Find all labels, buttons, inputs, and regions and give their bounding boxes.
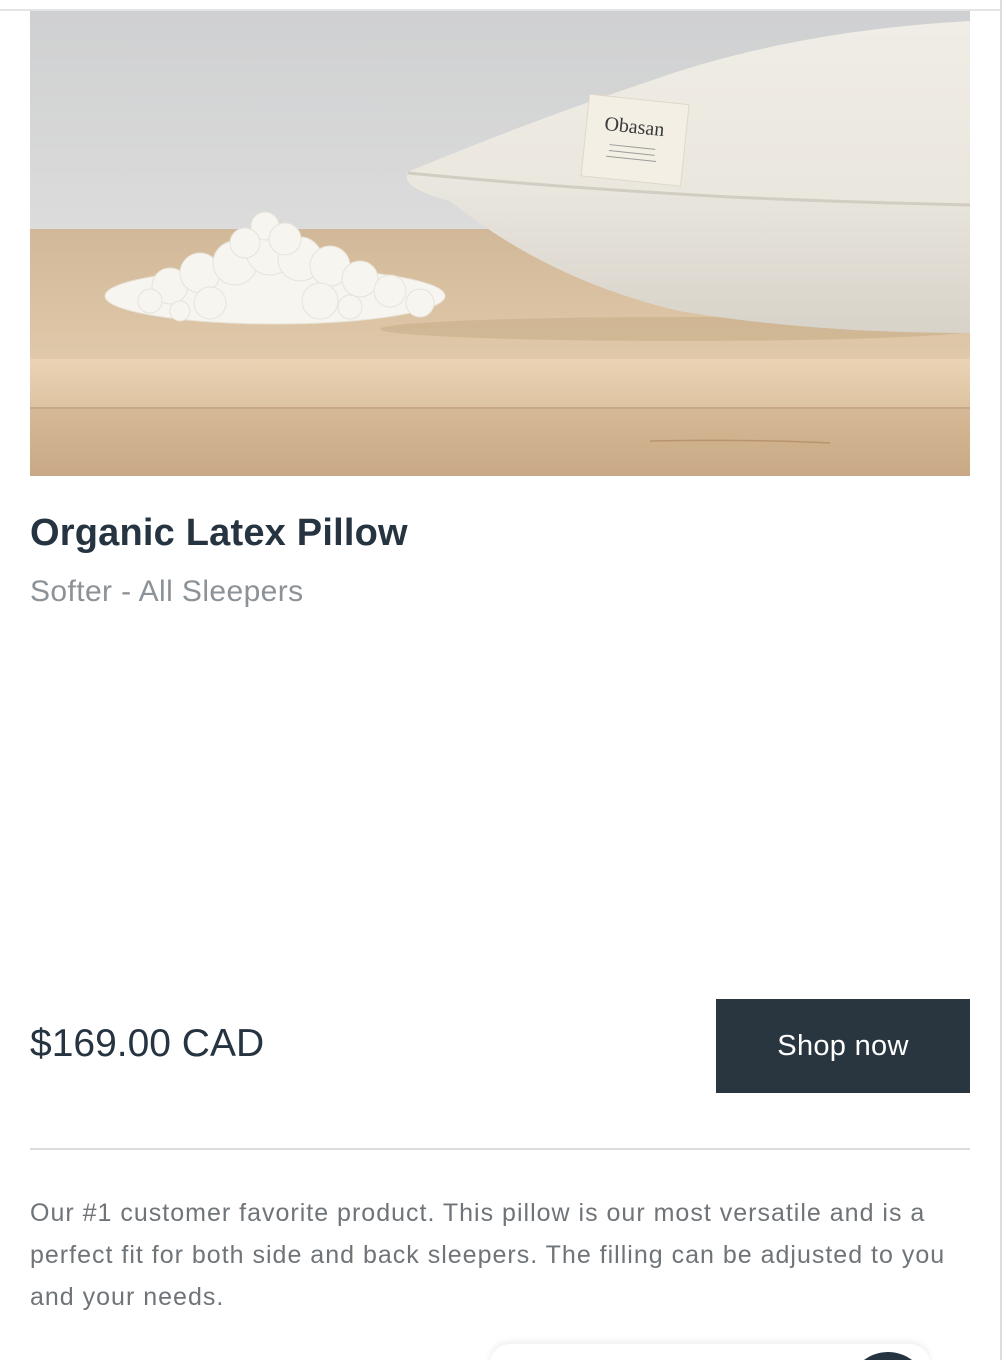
product-description: Our #1 customer favorite product. This p… [30, 1199, 946, 1311]
product-subtitle: Softer - All Sleepers [30, 575, 304, 608]
product-price: $169.00 CAD [30, 1022, 265, 1065]
product-page: Obasan Organic Latex Pillow Softer - All… [0, 0, 1002, 1360]
chat-widget-edge[interactable] [490, 1344, 930, 1360]
header-edge [0, 0, 1002, 11]
product-title[interactable]: Organic Latex Pillow [30, 512, 408, 555]
shop-now-button[interactable]: Shop now [716, 999, 970, 1093]
product-image[interactable]: Obasan [30, 11, 970, 476]
pillow-photo: Obasan [30, 11, 970, 476]
pillow-label: Obasan [580, 93, 690, 187]
divider [30, 1148, 970, 1150]
